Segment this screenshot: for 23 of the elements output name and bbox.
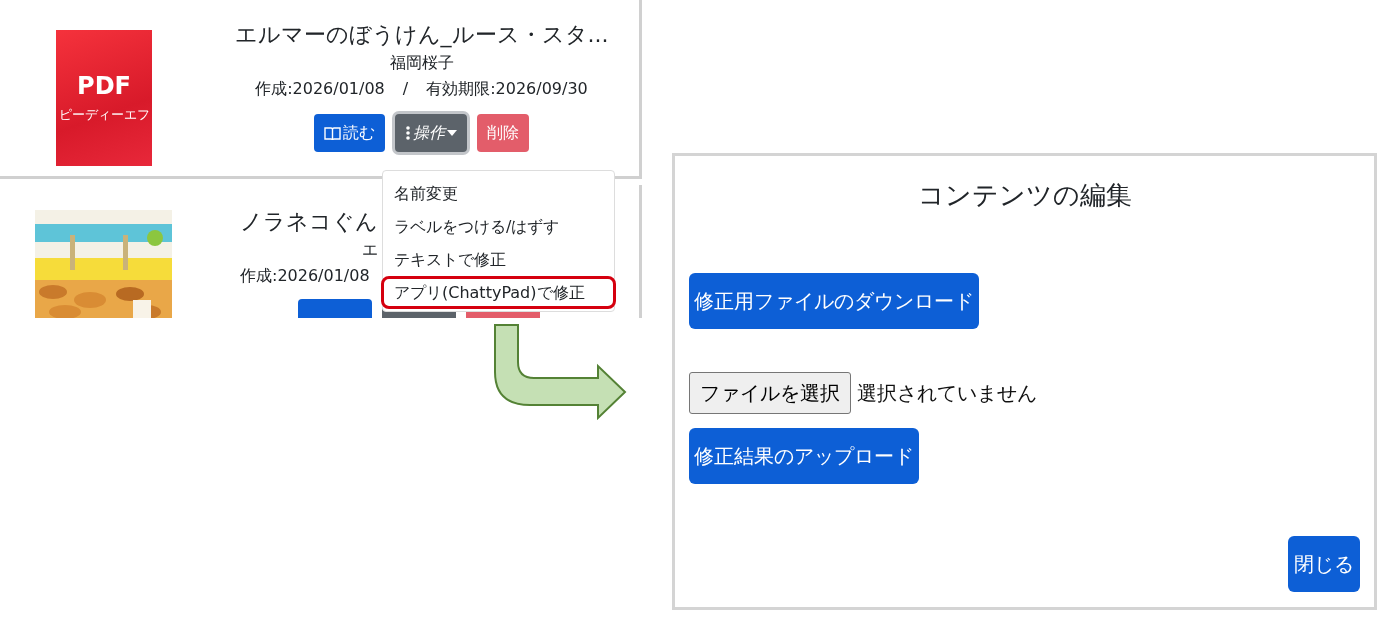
expiry-date: 有効期限:2026/09/30 [426,78,588,100]
choose-file-button[interactable]: ファイルを選択 [689,372,851,414]
upload-button[interactable]: 修正結果のアップロード [689,428,919,484]
menu-item[interactable]: テキストで修正 [381,243,616,276]
book-title: ノラネコぐん [240,208,378,236]
book-author: 福岡桜子 [389,52,454,74]
menu-item[interactable]: 名前変更 [381,177,616,210]
menu-item[interactable]: ラベルをつける/はずす [381,210,616,243]
pdf-label: PDF [77,72,131,100]
delete-button[interactable]: 削除 [477,114,529,152]
book-author: エ [361,239,378,261]
pdf-sublabel: ピーディーエフ [58,106,150,124]
date-separator: / [402,78,409,100]
dialog-title: コンテンツの編集 [917,179,1132,212]
menu-item[interactable]: アプリ(ChattyPad)で修正 [381,276,616,309]
created-date: 作成:2026/01/08 [240,265,370,287]
actions-button[interactable]: 操作 [395,114,467,152]
read-button[interactable]: 読む [314,114,385,152]
book-title: エルマーのぼうけん_ルース・スタ... [234,21,609,50]
created-date: 作成:2026/01/08 [255,78,385,100]
file-status: 選択されていません [857,379,1037,407]
close-button[interactable]: 閉じる [1288,536,1360,592]
download-button[interactable]: 修正用ファイルのダウンロード [689,273,979,329]
